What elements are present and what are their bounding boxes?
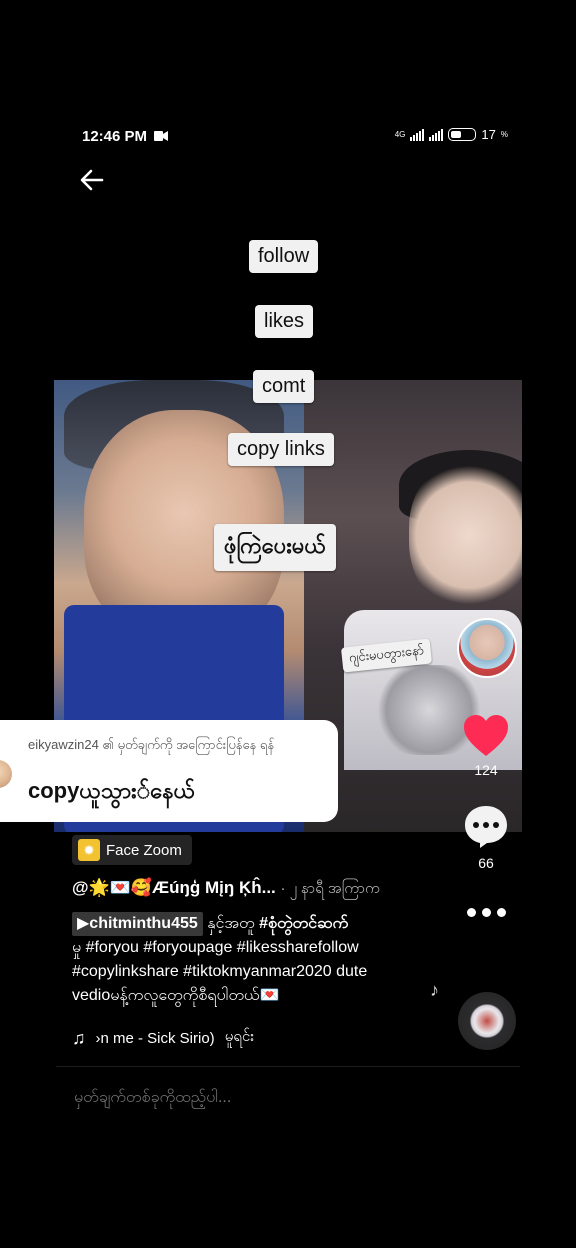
sticker-comt: comt [253,370,315,403]
sticker-follow: follow [249,240,319,273]
caption-line-2: မှု #foryou #foryoupage #likessharefollo… [72,939,359,956]
sticker-burmese: ဖုံကြဲပေးမယ် [214,524,336,571]
network-type: 4G [394,130,406,139]
caption-with: နှင့်အတူ [207,915,255,932]
comment-count: 66 [478,855,494,871]
music-note-icon: ♪ [430,980,439,1000]
sticker-copy-links: copy links [228,433,334,466]
status-indicators: 4G 17 % [395,127,508,142]
video-face-right [409,460,522,610]
hashtag-duet[interactable]: #စုံတွဲတင်ဆက် [259,915,348,932]
caption-line-4: vedioမန့်ကလူတွေကိုစီရပါတယ်💌 [72,987,280,1004]
battery-level: 17 [481,127,496,142]
music-origin: မူရင်း [224,1028,254,1045]
duet-mention[interactable]: ▶chitminthu455 [72,912,203,936]
comment-reply-header: eikyawzin24 ၏ မှတ်ချက်ကို အကြောင်းပြန်နေ… [28,737,275,752]
music-disc-icon[interactable] [458,992,516,1050]
comment-reply-text: copyယူသွား်နေယ် [28,778,195,803]
commenter-avatar [0,760,12,788]
signal-icon-2 [429,128,444,141]
comment-reply-popup[interactable]: eikyawzin24 ၏ မှတ်ချက်ကို အကြောင်းပြန်နေ… [0,720,338,822]
arrow-left-icon[interactable] [78,166,106,194]
more-options-icon[interactable] [462,900,510,924]
music-info[interactable]: ♫ ›n me - Sick Sirio) မူရင်း [72,1027,254,1049]
status-time: 12:46 PM [82,128,148,145]
battery-icon [448,128,477,141]
comment-input[interactable] [72,1084,496,1112]
caption-line-3: #copylinkshare #tiktokmyanmar2020 dute [72,963,368,980]
sun-effect-icon: ✹ [78,839,100,861]
percent-sign: % [500,130,508,139]
signal-icon [410,128,425,141]
author-name[interactable]: @🌟💌🥰Æúŋģ Mįŋ Ķĥ... [72,878,276,897]
author-line[interactable]: @🌟💌🥰Æúŋģ Mįŋ Ķĥ... · ၂ နာရီ အကြာက [72,878,380,901]
effect-tag[interactable]: ✹ Face Zoom [72,835,192,865]
effect-label: Face Zoom [106,841,182,859]
music-icon: ♫ [72,1027,86,1048]
creator-avatar[interactable] [457,618,517,678]
divider [56,1066,520,1067]
post-time: · ၂ နာရီ အကြာက [280,880,380,897]
sticker-likes: likes [255,305,314,338]
caption: ▶chitminthu455 နှင့်အတူ #စုံတွဲတင်ဆက် မှ… [72,912,422,1008]
heart-icon[interactable] [462,714,510,758]
video-camera-icon [154,131,168,141]
music-title: ›n me - Sick Sirio) [95,1029,215,1047]
like-count: 124 [474,762,498,778]
comment-icon[interactable] [462,804,510,850]
